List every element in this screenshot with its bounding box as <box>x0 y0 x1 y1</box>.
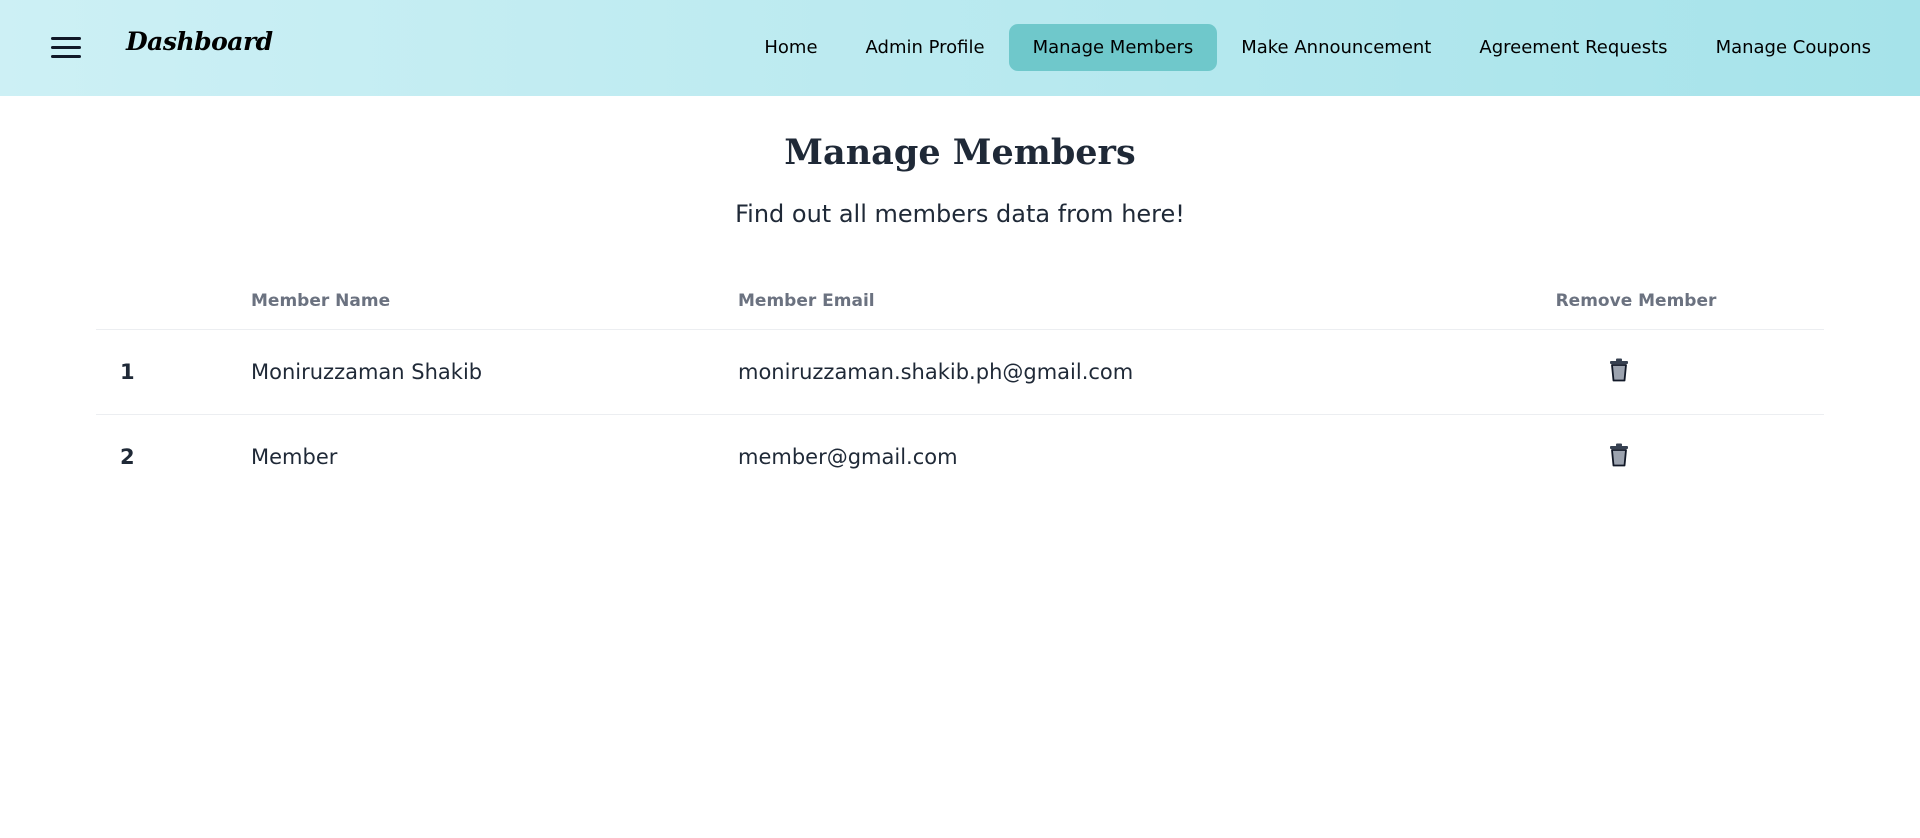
nav-item-manage-members[interactable]: Manage Members <box>1008 24 1218 71</box>
nav-item-manage-coupons[interactable]: Manage Coupons <box>1692 24 1895 71</box>
column-header-member-email: Member Email <box>738 272 1448 330</box>
table-header-row: Member Name Member Email Remove Member <box>96 272 1824 330</box>
page-subtitle: Find out all members data from here! <box>735 200 1185 228</box>
members-table: Member Name Member Email Remove Member 1… <box>96 272 1824 499</box>
table-row: 2 Member member@gmail.com <box>96 415 1824 500</box>
remove-cell <box>1448 415 1824 500</box>
row-index: 2 <box>120 445 135 469</box>
member-name: Member <box>251 445 338 469</box>
nav-item-home[interactable]: Home <box>740 24 841 71</box>
top-navbar: Dashboard Home Admin Profile Manage Memb… <box>0 0 1920 96</box>
column-header-index <box>96 272 251 330</box>
hamburger-icon[interactable] <box>51 35 81 61</box>
nav-item-admin-profile[interactable]: Admin Profile <box>842 24 1009 71</box>
remove-cell <box>1448 329 1824 415</box>
dashboard-brand[interactable]: Dashboard <box>126 27 273 56</box>
trash-icon[interactable] <box>1608 358 1630 382</box>
member-email: moniruzzaman.shakib.ph@gmail.com <box>738 329 1448 415</box>
column-header-remove-member: Remove Member <box>1448 272 1824 330</box>
page-title: Manage Members <box>784 132 1136 173</box>
trash-icon[interactable] <box>1608 443 1630 467</box>
row-index: 1 <box>96 329 251 415</box>
nav-item-make-announcement[interactable]: Make Announcement <box>1217 24 1455 71</box>
nav-menu: Home Admin Profile Manage Members Make A… <box>740 24 1895 71</box>
member-name: Moniruzzaman Shakib <box>251 329 738 415</box>
table-row: 1 Moniruzzaman Shakib moniruzzaman.shaki… <box>96 329 1824 415</box>
member-email: member@gmail.com <box>738 445 958 469</box>
column-header-member-name: Member Name <box>251 272 738 330</box>
nav-item-agreement-requests[interactable]: Agreement Requests <box>1455 24 1691 71</box>
